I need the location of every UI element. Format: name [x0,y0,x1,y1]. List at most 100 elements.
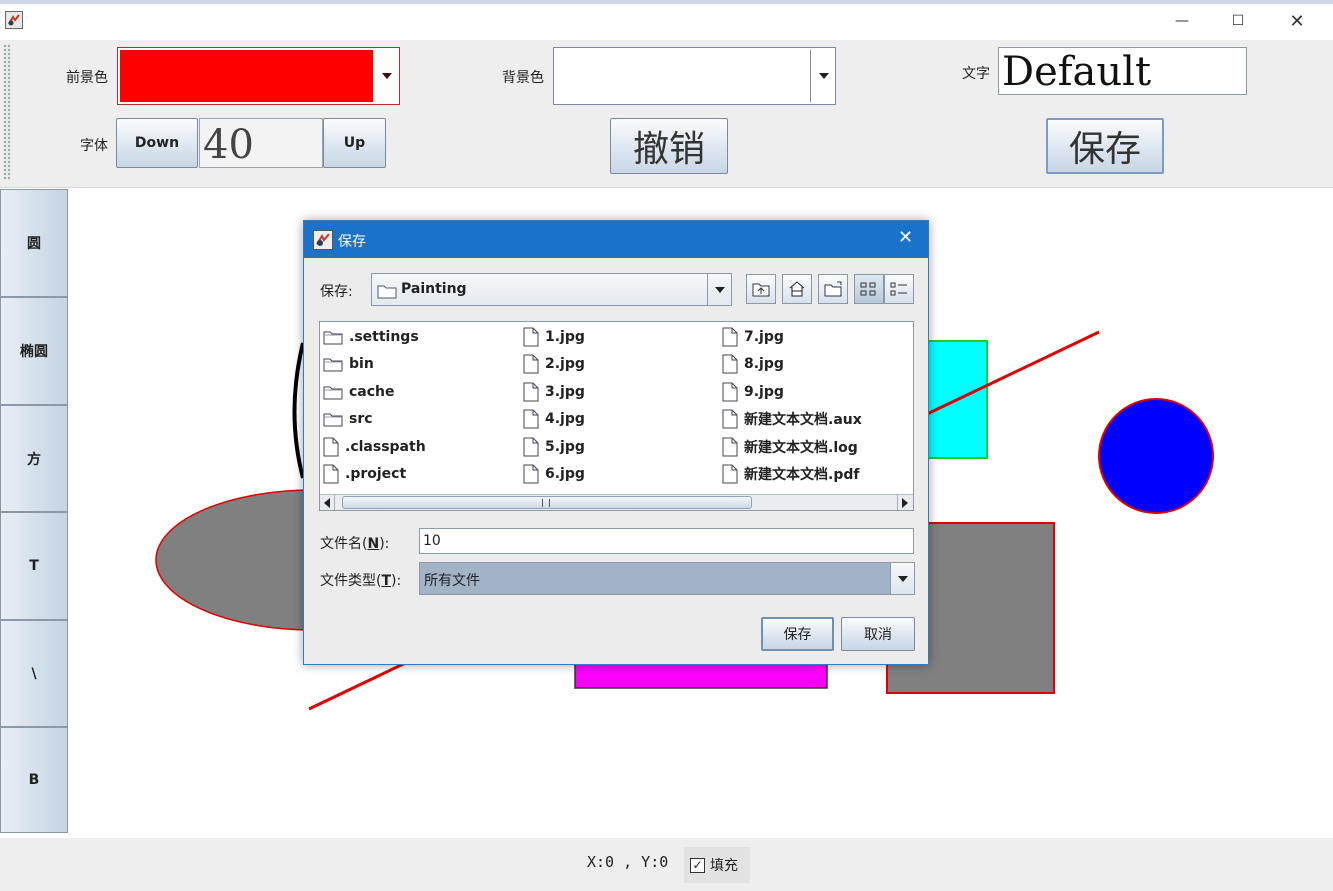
file-icon [523,409,539,429]
background-color-combo[interactable] [553,47,836,105]
fill-checkbox[interactable]: ✓ 填充 [684,847,750,883]
scroll-left-button[interactable] [320,495,335,510]
folder-list-item[interactable]: src [323,406,373,433]
file-list-item[interactable]: 6.jpg [523,461,585,488]
save-in-combo[interactable]: Painting [371,273,732,306]
file-icon [722,382,738,401]
new-folder-button[interactable] [818,274,848,304]
horizontal-scrollbar[interactable] [320,494,913,510]
folder-list-item[interactable]: .settings [323,323,419,350]
save-button[interactable]: 保存 [1046,118,1164,174]
file-type-dropdown-arrow[interactable] [890,563,914,594]
file-name: .classpath [345,438,426,455]
file-list-item[interactable]: 1.jpg [523,323,585,350]
save-in-dropdown-arrow[interactable] [707,274,731,305]
tool-button-ellipse-tool[interactable]: 椭圆 [0,297,68,405]
file-name: 9.jpg [744,383,784,400]
dialog-titlebar [304,221,928,258]
maximize-button[interactable]: ☐ [1220,8,1256,34]
file-name: 7.jpg [744,328,784,345]
font-down-button[interactable]: Down [116,118,198,168]
file-list-item[interactable]: 7.jpg [722,323,784,350]
font-label: 字体 [80,138,108,154]
file-list-item[interactable]: 3.jpg [523,378,585,405]
tool-button-rectangle-tool[interactable]: 方 [0,405,68,512]
home-icon [789,281,805,297]
list-view-button[interactable] [854,274,884,304]
tool-button-label: 方 [27,451,41,468]
file-icon [523,437,539,456]
foreground-dropdown-arrow[interactable] [375,48,399,104]
font-size-field[interactable]: 40 [199,118,323,168]
file-name: bin [349,356,374,372]
file-icon [722,464,738,484]
dialog-save-button[interactable]: 保存 [761,617,834,651]
file-icon [523,354,539,374]
file-name: 新建文本文档.pdf [744,467,860,483]
file-type-combo[interactable]: 所有文件 [419,562,915,595]
file-name: 5.jpg [545,438,585,455]
undo-button[interactable]: 撤销 [610,118,728,174]
tool-button-line-tool[interactable]: \ [0,620,68,727]
file-icon [722,409,738,429]
folder-list-item[interactable]: cache [323,378,395,405]
file-name: 新建文本文档.log [744,439,858,456]
folder-list-item[interactable]: bin [323,351,374,378]
details-view-button[interactable] [884,274,914,304]
chevron-down-icon [818,73,829,79]
text-label: 文字 [962,66,990,82]
tool-button-circle-tool[interactable]: 圆 [0,189,68,297]
dialog-close-icon[interactable]: ✕ [898,227,913,248]
file-list-item[interactable]: 新建文本文档.pdf [722,461,859,488]
font-up-button[interactable]: Up [323,118,386,168]
toolbar-grip[interactable] [3,44,11,180]
file-list-item[interactable]: .project [323,461,406,488]
file-icon [323,464,339,484]
file-list[interactable]: .settings bin cache src .classpath .project 1.… [319,321,914,511]
background-color-swatch [556,50,811,102]
tool-button-text-tool[interactable]: T [0,512,68,620]
folder-icon [323,331,343,344]
file-icon [722,354,738,374]
background-dropdown-arrow[interactable] [812,48,835,104]
file-list-item[interactable]: 8.jpg [722,351,784,378]
folder-icon [323,386,343,399]
up-one-level-button[interactable] [746,274,776,304]
save-in-label: 保存: [320,284,353,300]
chevron-down-icon [714,286,725,293]
file-name: cache [349,383,395,400]
file-list-item[interactable]: 新建文本文档.aux [722,406,862,433]
file-name: 6.jpg [545,466,585,482]
file-icon [523,382,539,401]
file-name: .project [345,466,407,482]
folder-icon [323,358,343,372]
file-name: 8.jpg [744,356,784,372]
blue-circle-shape [1098,398,1214,514]
foreground-color-combo[interactable] [117,47,400,105]
checkbox-check-icon: ✓ [690,857,705,873]
file-list-item[interactable]: 5.jpg [523,433,585,460]
background-color-label: 背景色 [502,70,544,86]
tool-button-label: 圆 [27,236,41,252]
file-list-item[interactable]: 2.jpg [523,351,585,378]
minimize-button[interactable]: — [1164,8,1200,34]
file-list-item[interactable]: .classpath [323,433,426,460]
text-input[interactable]: Default [998,47,1247,95]
folder-icon [377,285,397,299]
file-list-item[interactable]: 4.jpg [523,406,585,433]
home-button[interactable] [782,274,812,304]
file-name-input[interactable]: 10 [419,528,914,554]
file-name: 新建文本文档.aux [744,412,862,428]
close-window-button[interactable]: ✕ [1279,8,1315,34]
foreground-color-label: 前景色 [66,70,108,86]
chevron-down-icon [382,73,392,79]
dialog-cancel-button[interactable]: 取消 [841,617,915,651]
scroll-right-button[interactable] [897,495,912,510]
file-type-label: 文件类型(T): [320,573,402,589]
file-icon [523,327,539,346]
file-list-item[interactable]: 新建文本文档.log [722,433,858,460]
file-list-item[interactable]: 9.jpg [722,378,784,405]
tool-button-brush-tool[interactable]: B [0,727,68,833]
arrow-right-icon [902,497,908,508]
scrollbar-thumb[interactable] [342,496,752,509]
